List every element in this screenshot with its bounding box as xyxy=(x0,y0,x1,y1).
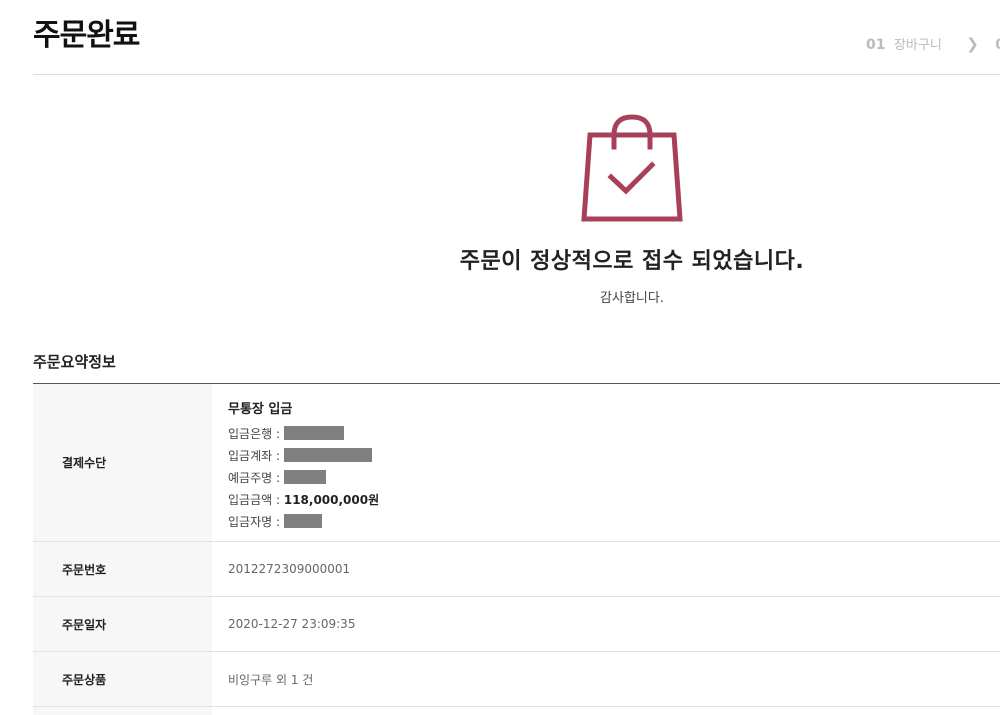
holder-label: 예금주명 : xyxy=(228,471,284,485)
table-row xyxy=(33,707,1000,715)
step-1-number: 01 xyxy=(866,37,886,53)
header-divider xyxy=(33,74,1000,75)
depositor-label: 입금자명 : xyxy=(228,515,284,529)
order-date-label: 주문일자 xyxy=(33,597,212,651)
amount-value: 118,000,000원 xyxy=(283,493,380,507)
row-value xyxy=(212,707,1000,715)
table-row-order-number: 주문번호 2012272309000001 xyxy=(33,542,1000,597)
payment-label: 결제수단 xyxy=(33,384,212,541)
order-complete-page: 주문완료 01 장바구니 ❯ 02 주문이 정상적으로 접수 되었습니다. 감사… xyxy=(0,0,1000,715)
order-complete-message: 주문이 정상적으로 접수 되었습니다. xyxy=(459,249,805,274)
order-summary-table: 결제수단 무통장 입금 입금은행 : 입금계좌 : 예금주명 : 입금금액 : … xyxy=(33,383,1000,715)
order-date-value: 2020-12-27 23:09:35 xyxy=(228,617,356,631)
order-steps: 01 장바구니 ❯ 02 xyxy=(866,34,1000,53)
redacted-block xyxy=(283,426,344,440)
table-row-order-date: 주문일자 2020-12-27 23:09:35 xyxy=(33,597,1000,652)
payment-details: 무통장 입금 입금은행 : 입금계좌 : 예금주명 : 입금금액 : 118,0… xyxy=(212,384,1000,541)
chevron-right-icon: ❯ xyxy=(966,35,979,53)
redacted-block xyxy=(283,448,372,462)
table-row-order-items: 주문상품 비잉구루 외 1 건 xyxy=(33,652,1000,707)
bank-line: 입금은행 : xyxy=(228,423,1000,445)
payment-method: 무통장 입금 xyxy=(228,402,293,417)
row-label xyxy=(33,707,212,715)
table-row-payment: 결제수단 무통장 입금 입금은행 : 입금계좌 : 예금주명 : 입금금액 : … xyxy=(33,384,1000,542)
amount-line: 입금금액 : 118,000,000원 xyxy=(228,489,1000,511)
depositor-line: 입금자명 : xyxy=(228,511,1000,533)
bank-label: 입금은행 : xyxy=(228,427,284,441)
holder-line: 예금주명 : xyxy=(228,467,1000,489)
step-2-number: 02 xyxy=(995,37,1000,53)
amount-label: 입금금액 : xyxy=(228,493,284,507)
summary-section-title: 주문요약정보 xyxy=(33,353,116,371)
account-label: 입금계좌 : xyxy=(228,449,284,463)
order-items-value: 비잉구루 외 1 건 xyxy=(228,672,314,687)
thanks-message: 감사합니다. xyxy=(600,291,664,306)
redacted-block xyxy=(283,470,326,484)
account-line: 입금계좌 : xyxy=(228,445,1000,467)
step-1-label: 장바구니 xyxy=(893,38,942,53)
shopping-bag-check-icon xyxy=(581,114,683,222)
page-title: 주문완료 xyxy=(33,18,140,53)
redacted-block xyxy=(283,514,322,528)
order-number-value: 2012272309000001 xyxy=(228,562,351,576)
order-number-label: 주문번호 xyxy=(33,542,212,596)
order-items-label: 주문상품 xyxy=(33,652,212,706)
